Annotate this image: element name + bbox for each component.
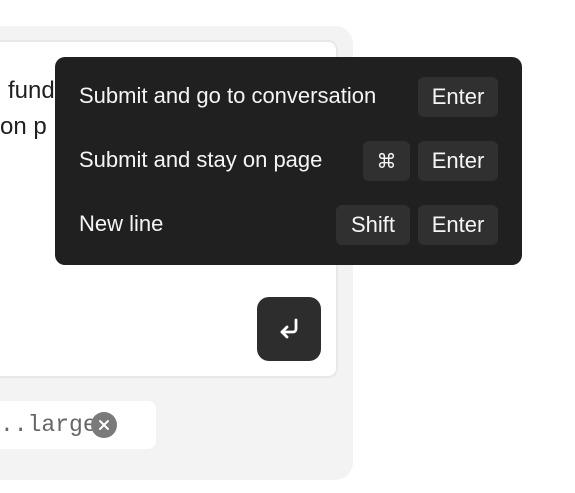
shortcut-row-submit-stay: Submit and stay on page ⌘ Enter (55, 141, 522, 181)
key-command: ⌘ (363, 141, 410, 181)
shortcut-row-new-line: New line Shift Enter (55, 205, 522, 245)
chip-remove-button[interactable] (91, 412, 117, 438)
key-enter: Enter (418, 205, 498, 245)
shortcut-label: New line (79, 211, 164, 236)
key-enter: Enter (418, 77, 498, 117)
composer-text-line-1: fund (8, 77, 55, 104)
shortcut-row-submit-go: Submit and go to conversation Enter (55, 77, 522, 117)
attachment-chip-label: ..large (0, 412, 97, 438)
composer-text-line-2: on p (0, 113, 47, 140)
key-shift: Shift (336, 205, 410, 245)
attachment-chip: ..large (0, 401, 156, 449)
close-icon (99, 420, 109, 430)
shortcut-label: Submit and stay on page (79, 147, 323, 172)
shortcut-label: Submit and go to conversation (79, 83, 377, 108)
enter-arrow-icon (280, 318, 298, 339)
key-enter: Enter (418, 141, 498, 181)
screen: fund on p ..large Submit and go to conve… (0, 0, 575, 493)
send-button[interactable] (257, 297, 321, 361)
keyboard-shortcuts-tooltip: Submit and go to conversation Enter Subm… (55, 57, 522, 265)
